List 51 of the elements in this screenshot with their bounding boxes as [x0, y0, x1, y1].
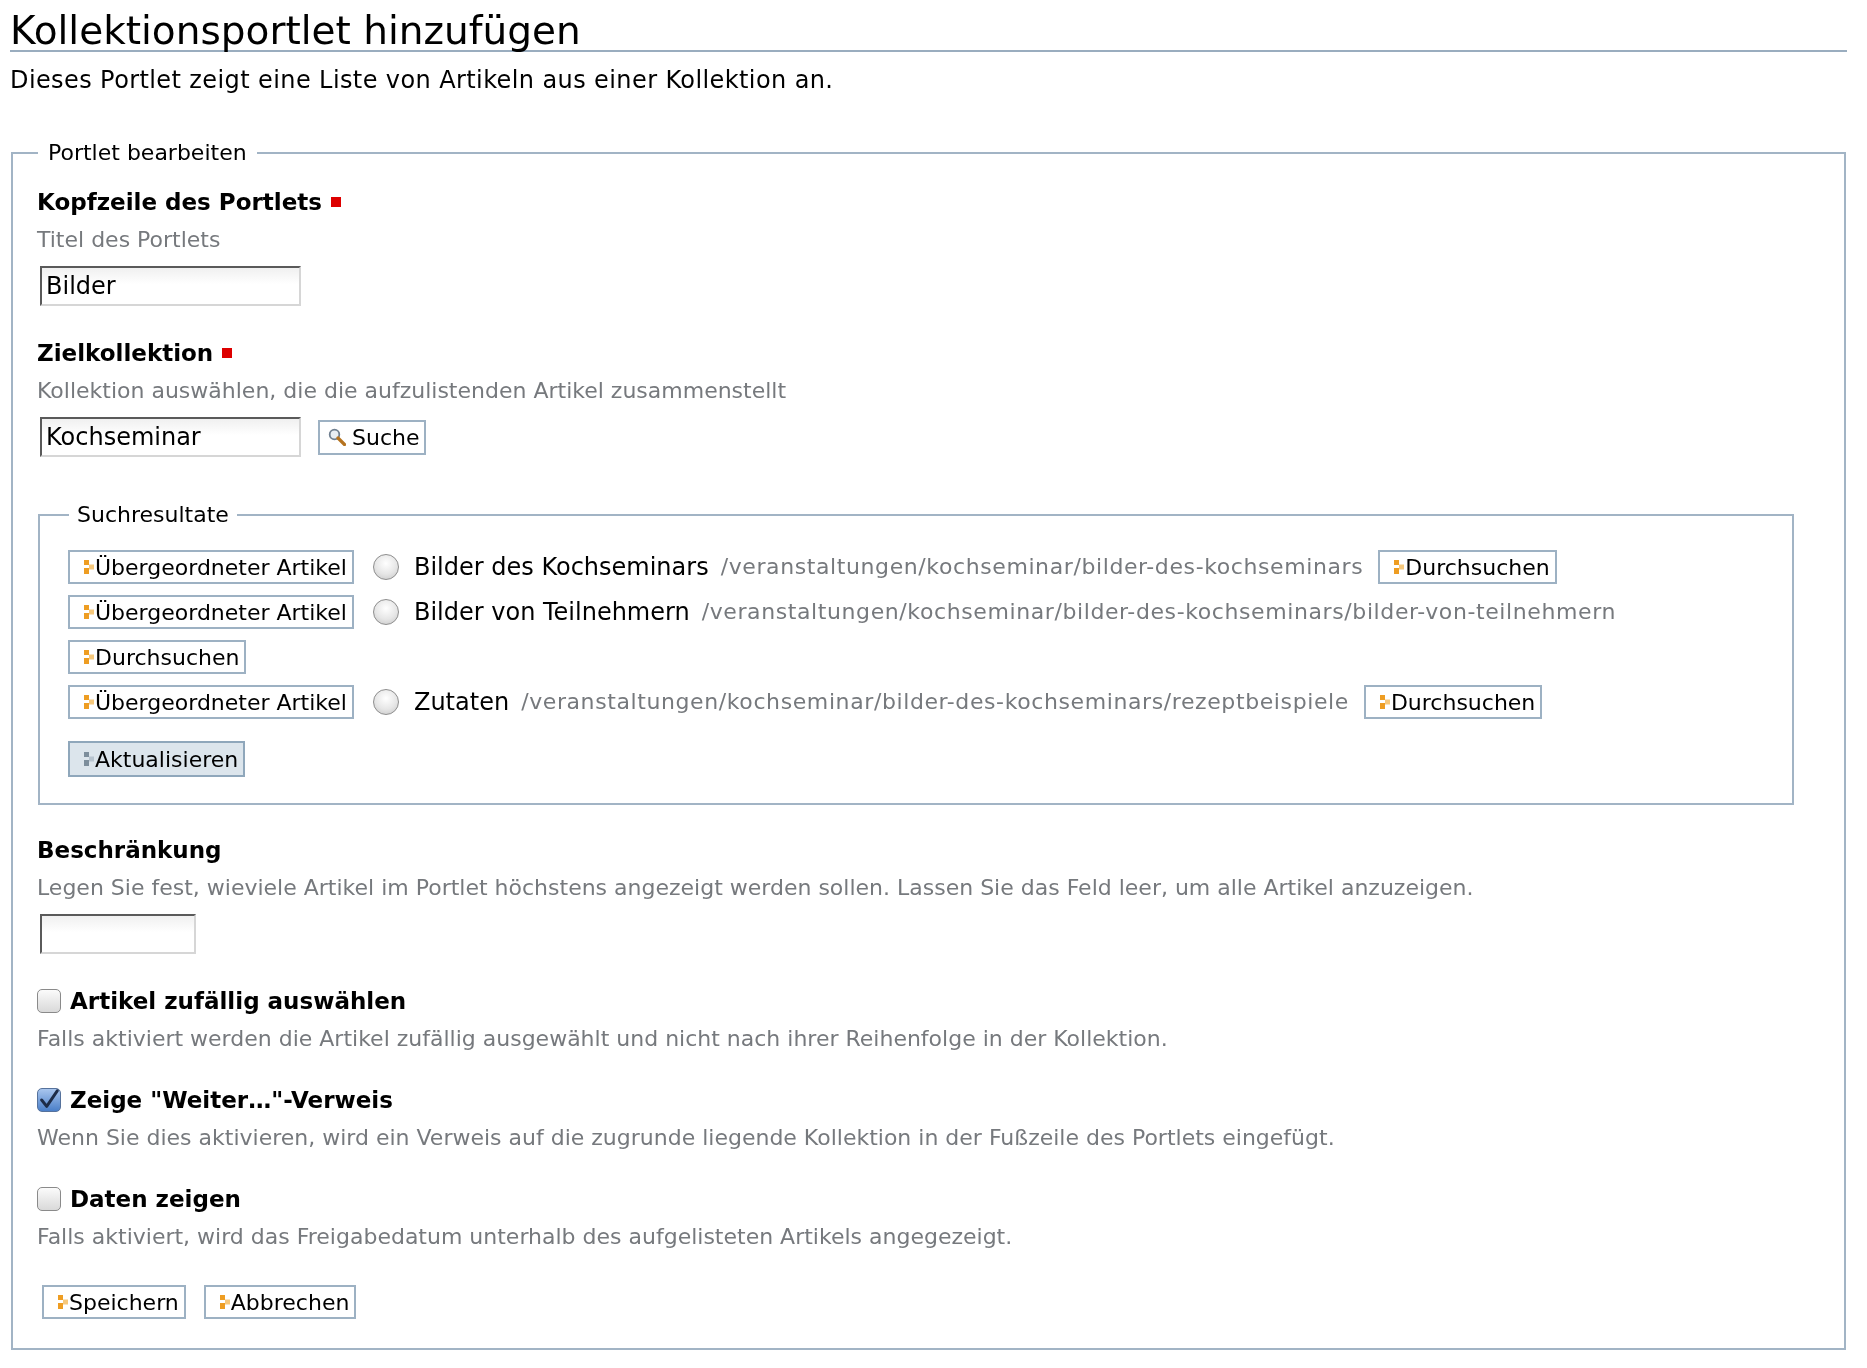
- search-button[interactable]: Suche: [318, 419, 427, 455]
- number-field[interactable]: [40, 914, 196, 954]
- field-help: Wenn Sie dies aktivieren, wird ein Verweis auf die zugrunde liegende Kollektion in der Fußzeile des Portlets eingefügt.: [37, 1124, 1336, 1152]
- save-button[interactable]: Speichern: [42, 1285, 186, 1319]
- parent-button[interactable]: Übergeordneter Artikel: [68, 595, 354, 629]
- results-legend: Suchresultate: [69, 502, 237, 528]
- browse-button[interactable]: Durchsuchen: [1378, 550, 1557, 584]
- checkbox-label: Artikel zufällig auswählen: [70, 987, 407, 1015]
- radio-button[interactable]: [372, 599, 399, 625]
- parent-button[interactable]: Übergeordneter Artikel: [68, 685, 354, 719]
- panel-legend: Portlet bearbeiten: [38, 140, 257, 166]
- page-description: Dieses Portlet zeigt eine Liste von Artikeln aus einer Kollektion an.: [10, 66, 835, 94]
- square-bullet-icon: [84, 560, 94, 574]
- checkbox[interactable]: [37, 989, 61, 1013]
- result-path: /veranstaltungen/kochseminar/bilder-des-kochseminars: [720, 553, 1364, 581]
- field-help: Kollektion auswählen, die die aufzulistenden Artikel zusammenstellt: [37, 377, 788, 405]
- field-label: Kopfzeile des Portlets: [37, 188, 322, 216]
- field-label: Zielkollektion: [37, 339, 214, 367]
- checkbox-label: Zeige "Weiter…"-Verweis: [70, 1086, 393, 1114]
- square-bullet-icon: [1394, 560, 1405, 574]
- result-title: Bilder von Teilnehmern: [413, 598, 690, 626]
- square-bullet-icon: [84, 695, 94, 709]
- field-help: Falls aktiviert, wird das Freigabedatum unterhalb des aufgelisteten Artikels angegezeigt.: [37, 1223, 1014, 1251]
- result-path: /veranstaltungen/kochseminar/bilder-des-kochseminars/rezeptbeispiele: [521, 688, 1349, 716]
- search-field[interactable]: Kochseminar: [40, 417, 301, 457]
- cancel-button[interactable]: Abbrechen: [203, 1285, 357, 1319]
- search-icon: [328, 428, 346, 446]
- field-help: Falls aktiviert werden die Artikel zufällig ausgewählt und nicht nach ihrer Reihenfolge in der Kollektion.: [37, 1025, 1169, 1053]
- page-title: Kollektionsportlet hinzufügen: [10, 12, 1847, 52]
- square-bullet-icon: [84, 605, 94, 619]
- parent-button[interactable]: Übergeordneter Artikel: [68, 550, 354, 584]
- field-help: Titel des Portlets: [37, 226, 222, 254]
- field-label: Beschränkung: [37, 836, 222, 864]
- result-title: Bilder des Kochseminars: [413, 553, 709, 581]
- checkbox[interactable]: [37, 1187, 61, 1211]
- square-bullet-icon: [58, 1295, 68, 1309]
- browse-button[interactable]: Durchsuchen: [68, 640, 247, 674]
- radio-button[interactable]: [372, 554, 399, 580]
- square-bullet-icon: [84, 650, 94, 664]
- field-help: Legen Sie fest, wieviele Artikel im Portlet höchstens angezeigt werden sollen. Lassen Sie das Feld leer, um alle Artikel anzuzeigen.: [37, 874, 1475, 902]
- checkbox[interactable]: [37, 1088, 61, 1112]
- result-path: /veranstaltungen/kochseminar/bilder-des-kochseminars/bilder-von-teilnehmern: [701, 598, 1616, 626]
- square-bullet-icon: [1379, 695, 1390, 709]
- square-bullet-icon: [219, 1295, 230, 1309]
- text-field[interactable]: Bilder: [40, 266, 301, 306]
- radio-button[interactable]: [372, 689, 399, 715]
- browse-button[interactable]: Durchsuchen: [1363, 685, 1543, 719]
- result-title: Zutaten: [413, 688, 510, 716]
- square-bullet-icon: [84, 752, 94, 766]
- checkbox-label: Daten zeigen: [70, 1185, 241, 1213]
- update-button[interactable]: Aktualisieren: [68, 741, 246, 777]
